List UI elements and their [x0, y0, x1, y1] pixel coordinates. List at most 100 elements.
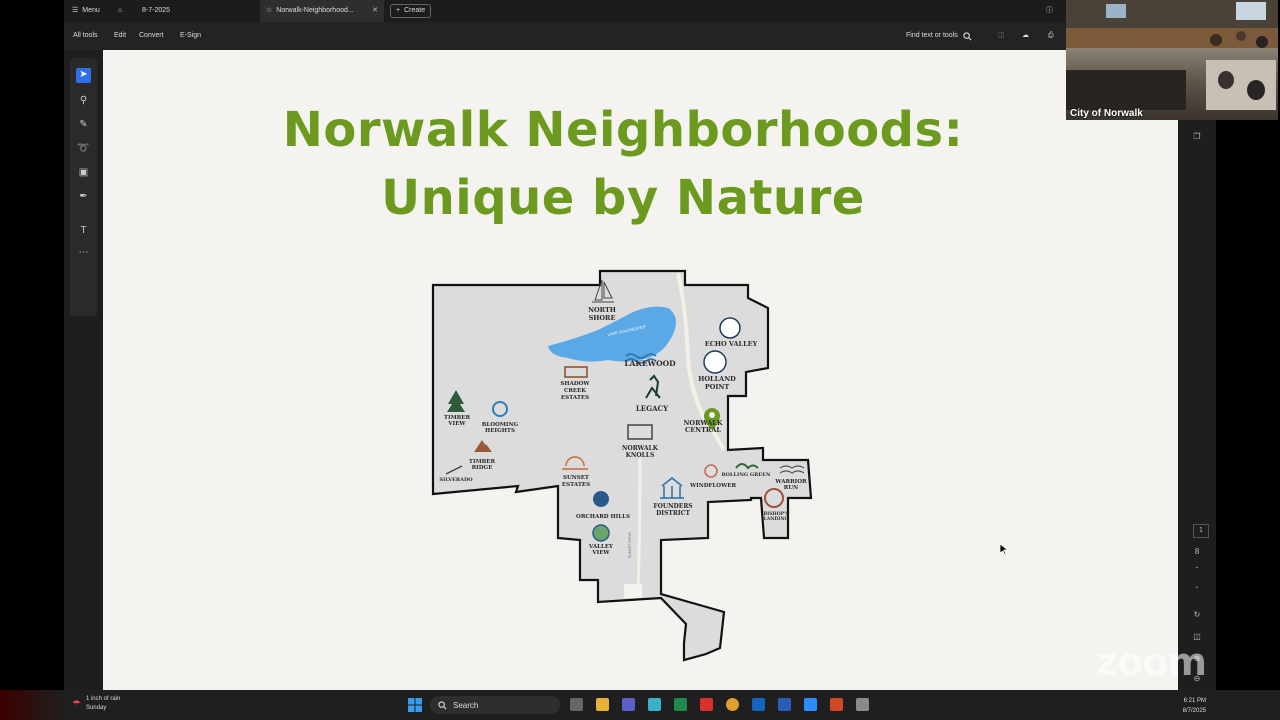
powerpoint-icon[interactable] — [830, 698, 843, 711]
label-echo-valley: ECHO VALLEY — [705, 340, 758, 348]
orchard-tree-icon — [593, 491, 609, 507]
chevron-up-icon[interactable]: ˆ — [1178, 566, 1216, 575]
label-north-shore-2: SHORE — [589, 314, 616, 322]
label-sunset-estates-1: SUNSET — [563, 475, 590, 481]
excel-icon[interactable] — [674, 698, 687, 711]
windmill-icon — [703, 350, 727, 374]
select-arrow-icon[interactable]: ➤ — [76, 68, 91, 83]
file-explorer-icon[interactable] — [596, 698, 609, 711]
road-label: SUNSET DRIVE — [628, 532, 632, 558]
tab-bar: ☰ Menu ⌂ 8-7-2025 ☆ Norwalk-Neighborhood… — [64, 0, 1066, 22]
label-timber-view-2: VIEW — [447, 421, 466, 427]
hamburger-icon: ☰ — [72, 7, 79, 14]
save-icon[interactable]: ◫ — [998, 22, 1005, 50]
zoom-comment-icon[interactable]: ⚲ — [77, 94, 90, 107]
label-timber-ridge-2: RIDGE — [472, 465, 493, 471]
label-silverado: SILVERADO — [439, 477, 473, 483]
edit-menu[interactable]: Edit — [114, 22, 126, 50]
find-label: Find text or tools — [906, 32, 958, 39]
find-tools-button[interactable]: Find text or tools — [906, 22, 972, 50]
plus-icon: + — [396, 7, 401, 14]
create-label: Create — [404, 7, 426, 14]
label-legacy: LEGACY — [636, 404, 669, 413]
teams-icon[interactable] — [622, 698, 635, 711]
task-view-icon[interactable] — [570, 698, 583, 711]
label-shadow-creek-1: SHADOW — [560, 381, 590, 387]
zoom-app-icon[interactable] — [804, 698, 817, 711]
screen: ☰ Menu ⌂ 8-7-2025 ☆ Norwalk-Neighborhood… — [0, 0, 1280, 720]
acrobat-icon[interactable] — [700, 698, 713, 711]
clock-date: 8/7/2025 — [1182, 708, 1206, 714]
label-holland-point-2: POINT — [705, 383, 730, 391]
label-norwalk-central-2: CENTRAL — [685, 426, 721, 434]
search-icon — [963, 31, 972, 40]
star-icon[interactable]: ☆ — [266, 0, 272, 22]
neighborhood-map: LAKE COLCHESTER SUNSET DRIVE NORTH SHORE… — [431, 269, 813, 662]
label-holland-point-1: HOLLAND — [698, 375, 736, 383]
system-clock[interactable]: 6:21 PM 8/7/2025 — [1183, 696, 1206, 716]
create-button[interactable]: + Create — [390, 4, 432, 18]
weather-line-2: Sunday — [85, 705, 107, 711]
close-icon[interactable]: ✕ — [372, 0, 378, 22]
weather-line-1: 1 inch of rain — [85, 696, 121, 702]
document-canvas: Norwalk Neighborhoods: Unique by Nature … — [103, 50, 1178, 690]
all-tools-menu[interactable]: All tools — [73, 22, 98, 50]
webcam-caption: City of Norwalk — [1070, 108, 1143, 119]
home-button[interactable]: ⌂ — [118, 0, 122, 22]
left-letterbox — [0, 0, 64, 690]
tab-document-1[interactable]: 8-7-2025 — [142, 0, 170, 22]
print-icon[interactable]: ⎙ — [1048, 22, 1054, 50]
signature-icon[interactable]: ✒ — [77, 190, 90, 203]
pen-icon[interactable]: ✎ — [77, 118, 90, 131]
taskbar-search[interactable]: Search — [430, 696, 560, 714]
windows-start-icon[interactable] — [408, 698, 422, 712]
weather-widget[interactable]: ☂ 1 inch of rain Sunday — [72, 695, 120, 713]
mouse-cursor-icon — [1000, 544, 1010, 556]
right-side-rail: ❐ 1 8 ˆ ˇ ↻ ◫ ⊕ ⊖ — [1178, 120, 1216, 690]
label-bishops-2: LANDING — [764, 516, 789, 522]
outlook-icon[interactable] — [752, 698, 765, 711]
label-lakewood: LAKEWOOD — [624, 359, 676, 368]
lasso-icon[interactable]: ➰ — [77, 142, 90, 155]
label-valley-view-2: VIEW — [591, 550, 610, 556]
rain-icon: ☂ — [72, 698, 81, 710]
label-sunset-estates-2: ESTATES — [562, 482, 590, 488]
label-norwalk-knolls-1: NORWALK — [622, 445, 659, 452]
tool-panel: ➤ ⚲ ✎ ➰ ▣ ✒ T ⋯ — [70, 58, 97, 316]
label-shadow-creek-2: CREEK — [564, 388, 586, 394]
page-current[interactable]: 1 — [1193, 524, 1209, 538]
tab-document-2[interactable]: ☆ Norwalk-Neighborhood... ✕ — [260, 0, 384, 22]
more-icon[interactable]: ⋯ — [77, 246, 90, 259]
clock-time: 6:21 PM — [1183, 698, 1206, 704]
word-icon[interactable] — [778, 698, 791, 711]
menu-toolbar: All tools Edit Convert E-Sign Find text … — [64, 22, 1066, 50]
chevron-down-icon[interactable]: ˇ — [1178, 586, 1216, 595]
convert-menu[interactable]: Convert — [139, 22, 164, 50]
windows-taskbar: ☂ 1 inch of rain Sunday Search 6:21 PM 8… — [64, 690, 1216, 720]
tab-doc1-label: 8-7-2025 — [142, 7, 171, 14]
menu-button[interactable]: ☰ Menu — [72, 0, 100, 22]
label-norwalk-knolls-2: KNOLLS — [626, 452, 655, 459]
label-founders-1: FOUNDERS — [653, 503, 692, 510]
left-tool-rail: ➤ ⚲ ✎ ➰ ▣ ✒ T ⋯ — [64, 50, 103, 690]
label-north-shore-1: NORTH — [588, 306, 616, 314]
copilot-icon[interactable] — [648, 698, 661, 711]
label-windflower: WINDFLOWER — [689, 483, 736, 489]
text-box-icon[interactable]: ▣ — [77, 166, 90, 179]
label-blooming-heights-2: HEIGHTS — [485, 428, 515, 434]
home-icon: ⌂ — [118, 7, 123, 14]
text-add-icon[interactable]: T — [77, 224, 90, 237]
taskbar-left-edge — [0, 690, 64, 720]
webcam-video: City of Norwalk — [1066, 0, 1278, 120]
menu-label: Menu — [82, 7, 100, 14]
snipping-tool-icon[interactable] — [856, 698, 869, 711]
chrome-icon[interactable] — [726, 698, 739, 711]
help-button[interactable]: ⓘ — [1046, 0, 1053, 22]
refresh-icon[interactable]: ↻ — [1178, 610, 1216, 619]
label-shadow-creek-3: ESTATES — [561, 395, 589, 401]
pages-panel-icon[interactable]: ❐ — [1178, 132, 1216, 141]
zoom-watermark: zoom — [1096, 640, 1207, 684]
valley-view-icon — [592, 524, 610, 542]
esign-menu[interactable]: E-Sign — [180, 22, 201, 50]
cloud-upload-icon[interactable]: ☁ — [1022, 22, 1029, 50]
